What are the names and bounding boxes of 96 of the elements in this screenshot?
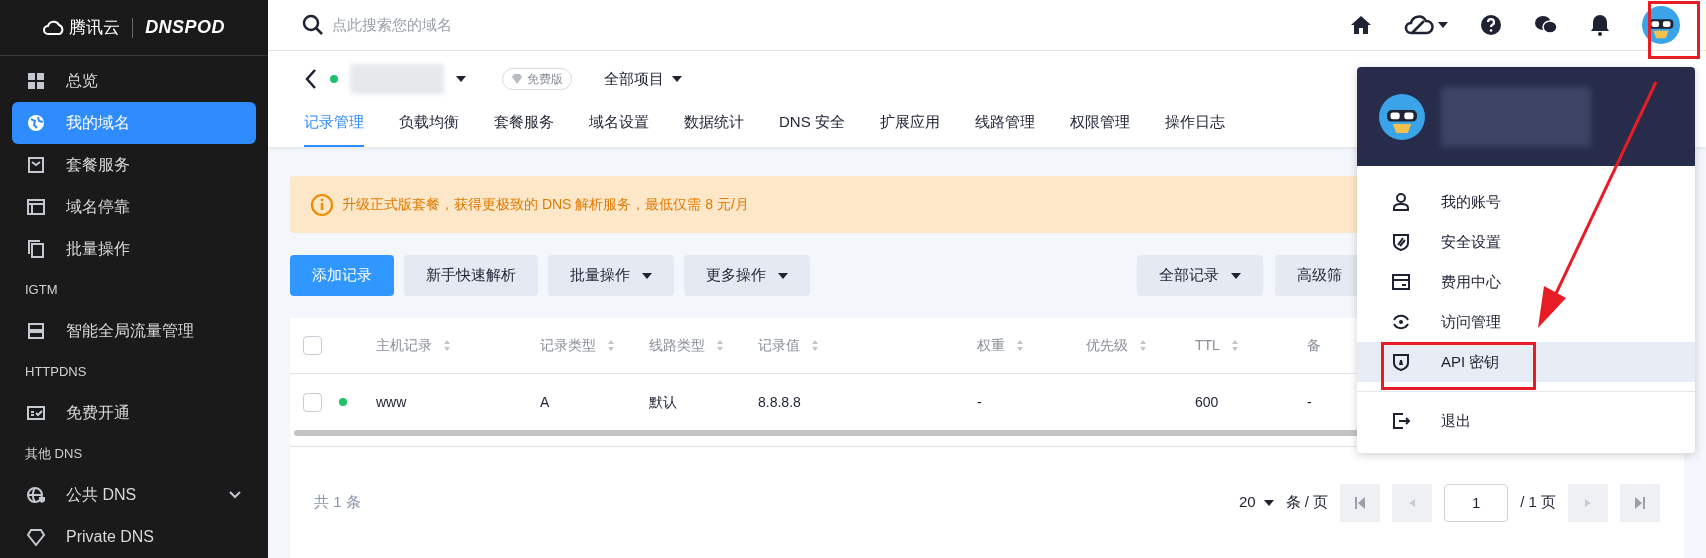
tab[interactable]: 操作日志 [1164,110,1225,147]
sidebar-item[interactable]: 总览 [12,60,256,102]
toolbar-button[interactable]: 更多操作 [684,255,810,296]
tab[interactable]: 扩展应用 [879,110,940,147]
table-cell-text: 8.8.8.8 [758,392,802,412]
row-checkbox[interactable] [303,392,322,412]
caret-icon [642,271,652,280]
home-icon[interactable] [1350,15,1372,35]
info-icon [310,192,334,217]
tab[interactable]: DNS 安全 [779,110,845,147]
caret-icon [456,75,466,83]
check-icon [26,403,46,423]
caret-icon [778,271,788,280]
search-field[interactable]: 点此搜索您的域名 [332,13,632,37]
caret-icon [1438,21,1448,29]
last-page-button[interactable] [1620,483,1660,522]
last-page-icon [1635,496,1645,509]
page-total: / 1 页 [1520,492,1556,513]
product-logo: DNSPOD [145,16,225,39]
shield-icon [1391,232,1411,252]
grid-icon [26,71,46,91]
sidebar-item[interactable]: 域名停靠 [12,186,256,228]
sidebar-item[interactable]: Private DNS [12,516,256,558]
previous-icon [1409,498,1416,507]
project-dropdown[interactable]: 全部项目 [604,67,682,91]
avatar-icon [1642,6,1680,44]
eye-icon [1391,312,1411,332]
sort-icon [608,340,614,351]
sidebar-item[interactable]: 智能全局流量管理 [12,310,256,352]
layout-icon [26,197,46,217]
menu-item[interactable]: 我的账号 [1357,182,1695,222]
diamond-icon [26,527,46,547]
table-cell-text: - [977,392,983,412]
table-cell-text: - [1307,392,1313,412]
brand-name: 腾讯云 [69,16,121,39]
copy-icon [26,239,46,259]
sort-icon [1140,340,1146,351]
wallet-icon [1391,272,1411,292]
cloud-icon[interactable] [1404,14,1434,36]
sidebar-section-label: IGTM [24,281,59,300]
select-all-checkbox[interactable] [303,336,322,355]
diamond-icon [511,73,523,85]
search-icon [302,14,324,36]
bell-icon[interactable] [1590,13,1610,37]
table-cell-text: www [376,392,408,412]
sidebar-item[interactable]: 批量操作 [12,228,256,270]
caret-icon [672,75,682,83]
tab[interactable]: 域名设置 [589,110,649,147]
toolbar-button[interactable]: 新手快速解析 [404,255,538,296]
help-icon[interactable] [1480,14,1502,36]
notice-text: 升级正式版套餐，获得更极致的 DNS 解析服务，最低仅需 8 元/月 [342,195,749,214]
sort-icon [1017,340,1023,351]
server-icon [26,321,46,341]
first-page-icon [1355,496,1366,509]
menu-item[interactable]: 退出 [1357,401,1695,441]
per-page-label: 条 / 页 [1285,492,1329,513]
chevron-down-icon[interactable] [228,490,242,500]
table-cell-text: A [540,392,551,412]
sidebar-item[interactable]: 套餐服务 [12,144,256,186]
tab[interactable]: 线路管理 [974,110,1035,147]
box-icon [26,155,46,175]
sidebar-section-label: 其他 DNS [24,445,84,464]
menu-item[interactable]: 访问管理 [1357,302,1695,342]
first-page-button[interactable] [1340,483,1381,522]
sort-icon [717,340,723,351]
back-icon[interactable] [304,68,318,90]
sidebar-item[interactable]: 免费开通 [12,392,256,434]
globe-icon [26,113,46,133]
shield-icon [1391,352,1411,372]
page-input[interactable]: 1 [1444,483,1509,522]
table-cell-text: 默认 [649,392,678,412]
highlight-frame [1648,1,1700,59]
sort-icon [1231,340,1238,351]
logout-icon [1391,411,1411,431]
sort-icon [444,340,450,351]
next-icon [1585,498,1591,507]
page-size-dropdown[interactable]: 20 [1238,491,1274,514]
caret-icon [1231,271,1241,280]
chat-icon[interactable] [1534,14,1558,36]
table-cell-text: 600 [1195,392,1220,412]
tab[interactable]: 负载均衡 [399,110,459,147]
sort-icon [812,340,818,351]
total-count: 共 1 条 [314,492,362,513]
avatar-icon [1379,93,1425,140]
cloud-icon [43,19,66,36]
globe-icon [26,485,46,505]
sidebar-section-label: HTTPDNS [24,363,88,382]
filter-button[interactable]: 全部记录 [1137,255,1263,296]
tab[interactable]: 套餐服务 [494,110,554,147]
user-icon [1391,192,1411,212]
toolbar-button[interactable]: 批量操作 [548,255,674,296]
caret-icon [1263,498,1274,507]
sidebar-item[interactable]: 公共 DNS [12,474,256,516]
tab[interactable]: 数据统计 [684,110,744,147]
tab[interactable]: 权限管理 [1069,110,1130,147]
menu-item[interactable]: API 密钥 [1357,342,1695,382]
